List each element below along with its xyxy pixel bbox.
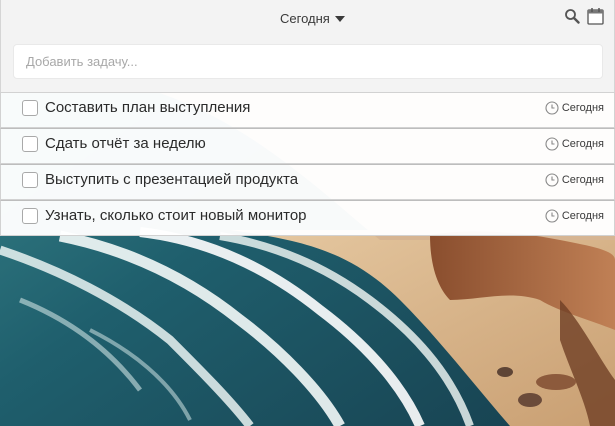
- add-task-input[interactable]: [13, 44, 603, 79]
- task-due-label: Сегодня: [561, 210, 604, 222]
- task-row[interactable]: Узнать, сколько стоит новый монитор Сего…: [0, 200, 615, 236]
- task-due[interactable]: Сегодня: [545, 101, 604, 115]
- task-title[interactable]: Составить план выступления: [45, 99, 250, 116]
- task-checkbox[interactable]: [22, 208, 38, 224]
- task-due[interactable]: Сегодня: [545, 137, 604, 151]
- clock-icon: [545, 137, 559, 151]
- task-checkbox[interactable]: [22, 100, 38, 116]
- task-due[interactable]: Сегодня: [545, 173, 604, 187]
- date-filter-label: Сегодня: [280, 10, 330, 26]
- task-row[interactable]: Сдать отчёт за неделю Сегодня: [0, 128, 615, 164]
- caret-down-icon: [334, 15, 345, 22]
- search-icon[interactable]: [564, 8, 580, 24]
- task-row[interactable]: Составить план выступления Сегодня: [0, 92, 615, 128]
- date-filter-dropdown[interactable]: Сегодня: [280, 9, 345, 27]
- clock-icon: [545, 173, 559, 187]
- clock-icon: [545, 101, 559, 115]
- task-title[interactable]: Выступить с презентацией продукта: [45, 171, 298, 188]
- toolbar: Сегодня: [0, 0, 615, 92]
- clock-icon: [545, 209, 559, 223]
- task-due-label: Сегодня: [561, 174, 604, 186]
- task-due-label: Сегодня: [561, 102, 604, 114]
- task-due[interactable]: Сегодня: [545, 209, 604, 223]
- calendar-icon[interactable]: [587, 7, 604, 25]
- task-checkbox[interactable]: [22, 136, 38, 152]
- task-title[interactable]: Сдать отчёт за неделю: [45, 135, 206, 152]
- task-title[interactable]: Узнать, сколько стоит новый монитор: [45, 207, 307, 224]
- task-due-label: Сегодня: [561, 138, 604, 150]
- task-checkbox[interactable]: [22, 172, 38, 188]
- task-list: Составить план выступления Сегодня Сдать…: [0, 92, 615, 236]
- task-row[interactable]: Выступить с презентацией продукта Сегодн…: [0, 164, 615, 200]
